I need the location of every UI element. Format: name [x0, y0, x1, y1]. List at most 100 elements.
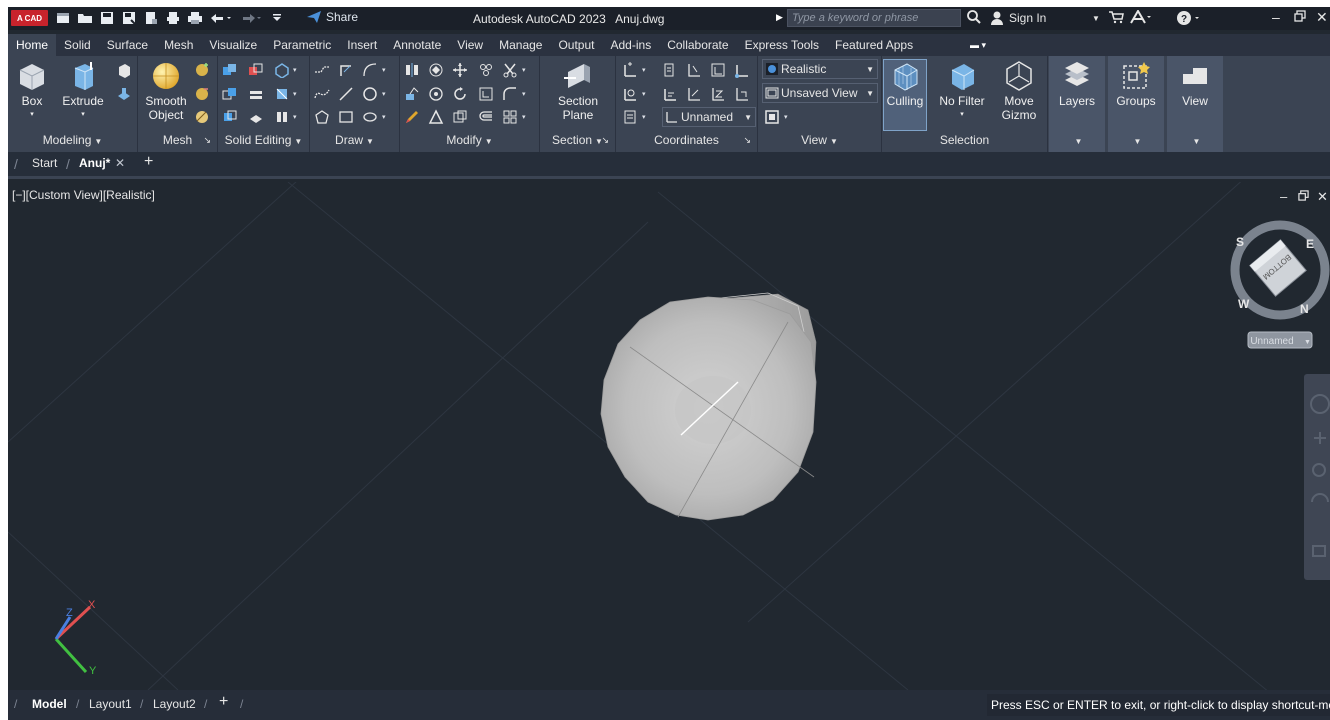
line-icon[interactable] [338, 86, 354, 102]
sign-in-dropdown-icon[interactable]: ▼ [1092, 14, 1100, 23]
plot-icon[interactable] [164, 9, 182, 27]
viewport-restore-icon[interactable] [1298, 189, 1309, 204]
minimize-icon[interactable]: – [1272, 9, 1280, 25]
refine-mesh-icon[interactable] [194, 109, 210, 125]
tab-annotate[interactable]: Annotate [385, 34, 449, 56]
ucs-draw-icon[interactable] [338, 62, 354, 78]
ucs-world-icon[interactable] [622, 86, 638, 102]
ucs-face-icon[interactable] [662, 62, 678, 78]
panel-title-coordinates[interactable]: Coordinates ↘ [616, 133, 757, 150]
view-button[interactable]: View [1173, 60, 1217, 108]
panel-layers[interactable]: Layers ▼ [1049, 56, 1105, 152]
rectangle-icon[interactable] [338, 109, 354, 125]
subtract-icon[interactable] [248, 62, 264, 78]
interfere-icon[interactable] [222, 109, 238, 125]
tab-solid[interactable]: Solid [56, 34, 99, 56]
rectangular-array-icon[interactable] [502, 109, 518, 125]
union-icon[interactable] [222, 62, 238, 78]
panel-groups[interactable]: Groups ▼ [1108, 56, 1164, 152]
sign-in-button[interactable]: Sign In [990, 11, 1046, 25]
polyline-icon[interactable] [314, 62, 330, 78]
layout-tab-layout1[interactable]: Layout1 [89, 697, 132, 711]
panel-title-modify[interactable]: Modify ▼ [400, 133, 539, 150]
tab-featured-apps[interactable]: Featured Apps [827, 34, 921, 56]
triangle-icon[interactable] [428, 109, 444, 125]
ellipse-icon[interactable] [362, 109, 378, 125]
redo-icon[interactable] [238, 9, 264, 27]
mirror-3d-icon[interactable] [404, 62, 420, 78]
view-expand-icon[interactable]: ▼ [1167, 133, 1223, 150]
presspull-icon[interactable] [116, 62, 132, 78]
steering-wheel-icon[interactable] [1310, 394, 1330, 414]
erase-icon[interactable] [404, 109, 420, 125]
cylinder-3d-model[interactable] [600, 292, 817, 521]
ucs-previous-icon[interactable] [662, 86, 678, 102]
smooth-object-button[interactable]: Smooth Object [144, 60, 188, 122]
panel-title-mesh[interactable]: Mesh ↘ [138, 133, 217, 150]
groups-expand-icon[interactable]: ▼ [1108, 133, 1164, 150]
search-icon[interactable] [966, 9, 984, 27]
orbit-icon[interactable] [1311, 493, 1329, 503]
fillet-icon[interactable] [502, 86, 518, 102]
stretch-icon[interactable] [452, 109, 468, 125]
close-icon[interactable]: ✕ [1316, 9, 1328, 26]
culling-button[interactable]: Culling [883, 59, 927, 131]
section-plane-button[interactable]: Section Plane [554, 60, 602, 122]
shell-icon[interactable] [274, 109, 290, 125]
new-tab-icon[interactable]: + [144, 153, 153, 171]
panel-title-view[interactable]: View ▼ [758, 133, 881, 150]
rotate-3d-icon[interactable] [428, 62, 444, 78]
tab-surface[interactable]: Surface [99, 34, 156, 56]
ucs-named-icon[interactable] [622, 109, 638, 125]
tab-manage[interactable]: Manage [491, 34, 550, 56]
tab-parametric[interactable]: Parametric [265, 34, 339, 56]
ucs-y-icon[interactable] [686, 86, 702, 102]
array-icon[interactable] [478, 62, 494, 78]
application-menu-button[interactable]: A CAD [11, 10, 48, 26]
model-space-canvas[interactable]: X Y Z BOTTOM S E W N Unnamed ▼ [8, 182, 1330, 690]
panel-view-side[interactable]: View ▼ [1167, 56, 1223, 152]
panel-title-section[interactable]: Section ▼ ↘ [540, 133, 615, 150]
visual-style-dropdown[interactable]: Realistic ▼ [762, 59, 878, 79]
groups-button[interactable]: Groups [1114, 60, 1158, 108]
zoom-icon[interactable] [1312, 463, 1326, 477]
tab-add-ins[interactable]: Add-ins [603, 34, 660, 56]
ribbon-display-options-icon[interactable]: ▬ ▾ [970, 40, 986, 51]
viewcube[interactable]: BOTTOM S E W N [1230, 220, 1330, 320]
polysolid-icon[interactable] [116, 86, 132, 102]
tab-output[interactable]: Output [550, 34, 602, 56]
undo-icon[interactable] [208, 9, 234, 27]
box-button[interactable]: Box ▾ [14, 60, 50, 122]
3d-align-icon[interactable] [428, 86, 444, 102]
panel-title-modeling[interactable]: Modeling ▼ [8, 133, 137, 150]
showmotion-icon[interactable] [1312, 545, 1326, 557]
named-view-dropdown[interactable]: Unsaved View ▼ [762, 83, 878, 103]
new-icon[interactable] [54, 9, 72, 27]
fillet-edge-icon[interactable] [248, 109, 264, 125]
layout-tab-model[interactable]: Model [32, 697, 67, 711]
customize-icon[interactable] [268, 9, 286, 27]
search-expand-icon[interactable]: ▶ [776, 12, 783, 23]
cart-icon[interactable] [1108, 10, 1124, 27]
file-tab-start[interactable]: Start [32, 156, 57, 170]
print-icon[interactable] [186, 9, 204, 27]
ucs-3point-icon[interactable] [734, 86, 750, 102]
tab-mesh[interactable]: Mesh [156, 34, 201, 56]
thicken-icon[interactable] [248, 86, 264, 102]
save-icon[interactable] [98, 9, 116, 27]
rotate-icon[interactable] [452, 86, 468, 102]
slice-icon[interactable] [274, 62, 290, 78]
move-gizmo-button[interactable]: Move Gizmo [994, 60, 1044, 122]
tab-visualize[interactable]: Visualize [201, 34, 265, 56]
share-button[interactable]: Share [306, 10, 358, 24]
ucs-menu[interactable]: Unnamed ▼ [1247, 331, 1313, 349]
layout-tab-layout2[interactable]: Layout2 [153, 697, 196, 711]
help-icon[interactable]: ? [1176, 10, 1202, 29]
tab-express-tools[interactable]: Express Tools [737, 34, 827, 56]
circle-icon[interactable] [362, 86, 378, 102]
ucs-z-icon[interactable] [710, 86, 726, 102]
share-file-icon[interactable] [142, 9, 160, 27]
panel-title-draw[interactable]: Draw ▼ [310, 133, 399, 150]
viewport-config-icon[interactable] [764, 109, 780, 125]
tab-insert[interactable]: Insert [339, 34, 385, 56]
